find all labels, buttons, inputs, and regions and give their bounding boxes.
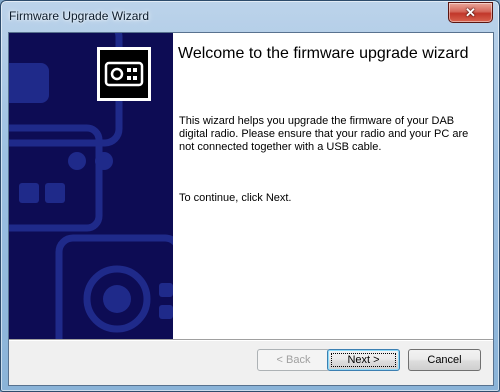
next-button[interactable]: Next > [327,349,400,371]
next-button-label: Next > [347,354,380,366]
radio-icon [97,47,151,101]
cancel-button[interactable]: Cancel [408,349,481,371]
continue-hint: To continue, click Next. [179,192,292,204]
wizard-content: Welcome to the firmware upgrade wizard T… [173,33,493,339]
close-button[interactable]: ✕ [448,2,493,23]
window-title: Firmware Upgrade Wizard [9,9,150,23]
wizard-window: Firmware Upgrade Wizard ✕ Welcome to the… [0,0,500,392]
button-separator [9,339,493,341]
title-bar[interactable]: Firmware Upgrade Wizard ✕ [1,1,499,33]
back-button-label: < Back [276,354,311,366]
intro-text: This wizard helps you upgrade the firmwa… [179,115,469,153]
back-button[interactable]: < Back [257,349,330,371]
cancel-button-label: Cancel [427,354,462,366]
page-title: Welcome to the firmware upgrade wizard [178,45,469,62]
wizard-client-area: Welcome to the firmware upgrade wizard T… [8,32,494,386]
side-banner [9,33,173,339]
close-icon: ✕ [465,5,476,20]
